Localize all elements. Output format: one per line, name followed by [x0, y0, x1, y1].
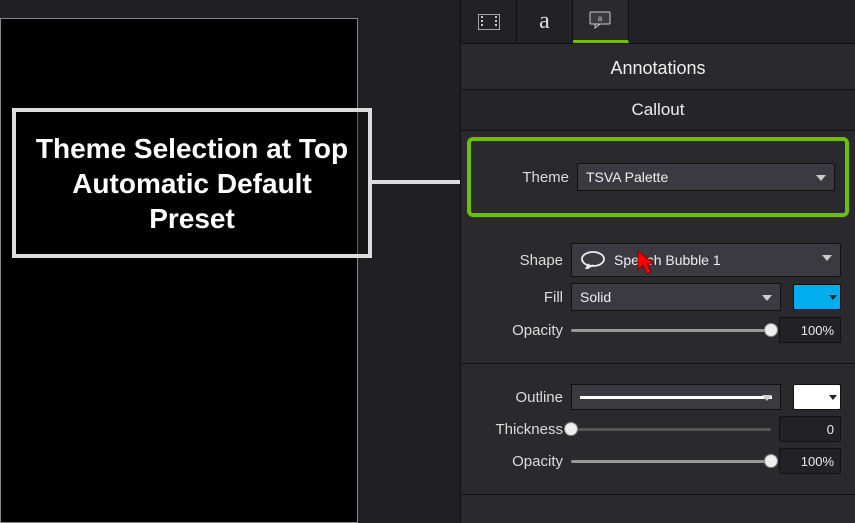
theme-value: TSVA Palette: [586, 169, 668, 185]
shape-label: Shape: [475, 252, 563, 269]
svg-text:a: a: [597, 14, 602, 23]
fill-select[interactable]: Solid: [571, 283, 781, 311]
panel-title: Annotations: [461, 44, 855, 89]
shape-value: Speech Bubble 1: [614, 252, 721, 268]
theme-highlight: Theme TSVA Palette: [467, 137, 849, 217]
fill-opacity-value[interactable]: [779, 317, 841, 343]
canvas-area: Theme Selection at Top Automatic Default…: [0, 0, 460, 523]
fill-value: Solid: [580, 289, 611, 305]
outline-opacity-label: Opacity: [475, 453, 563, 470]
overlay-callout-box[interactable]: Theme Selection at Top Automatic Default…: [12, 108, 372, 258]
fill-opacity-slider[interactable]: [571, 320, 771, 340]
thickness-label: Thickness: [475, 421, 563, 438]
fill-color-swatch[interactable]: [793, 284, 841, 310]
tab-annotations[interactable]: a: [573, 0, 629, 43]
video-stage[interactable]: [0, 18, 358, 523]
outline-opacity-slider[interactable]: [571, 451, 771, 471]
chevron-down-icon: [822, 255, 832, 261]
overlay-callout-text: Theme Selection at Top Automatic Default…: [30, 131, 354, 236]
panel-tabs: a a: [461, 0, 855, 44]
chevron-down-icon: [762, 295, 772, 301]
chevron-down-icon: [762, 395, 772, 401]
outline-line-preview: [580, 396, 772, 399]
chevron-down-icon: [829, 395, 837, 400]
outline-style-select[interactable]: [571, 384, 781, 410]
tab-media[interactable]: [461, 0, 517, 43]
panel-subtitle: Callout: [461, 89, 855, 131]
outline-label: Outline: [475, 389, 563, 406]
fill-opacity-label: Opacity: [475, 322, 563, 339]
thickness-value[interactable]: [779, 416, 841, 442]
outline-opacity-value[interactable]: [779, 448, 841, 474]
chevron-down-icon: [829, 295, 837, 300]
speech-bubble-icon: [580, 252, 606, 268]
theme-select[interactable]: TSVA Palette: [577, 163, 835, 191]
shape-select[interactable]: Speech Bubble 1: [571, 243, 841, 277]
thickness-slider[interactable]: [571, 419, 771, 439]
outline-color-swatch[interactable]: [793, 384, 841, 410]
callout-tab-icon: a: [589, 11, 613, 29]
theme-label: Theme: [481, 169, 569, 186]
properties-panel: a a Annotations Callout Theme TSVA Palet…: [460, 0, 855, 523]
fill-label: Fill: [475, 289, 563, 306]
filmstrip-icon: [478, 14, 500, 30]
chevron-down-icon: [816, 175, 826, 181]
tab-text[interactable]: a: [517, 0, 573, 43]
